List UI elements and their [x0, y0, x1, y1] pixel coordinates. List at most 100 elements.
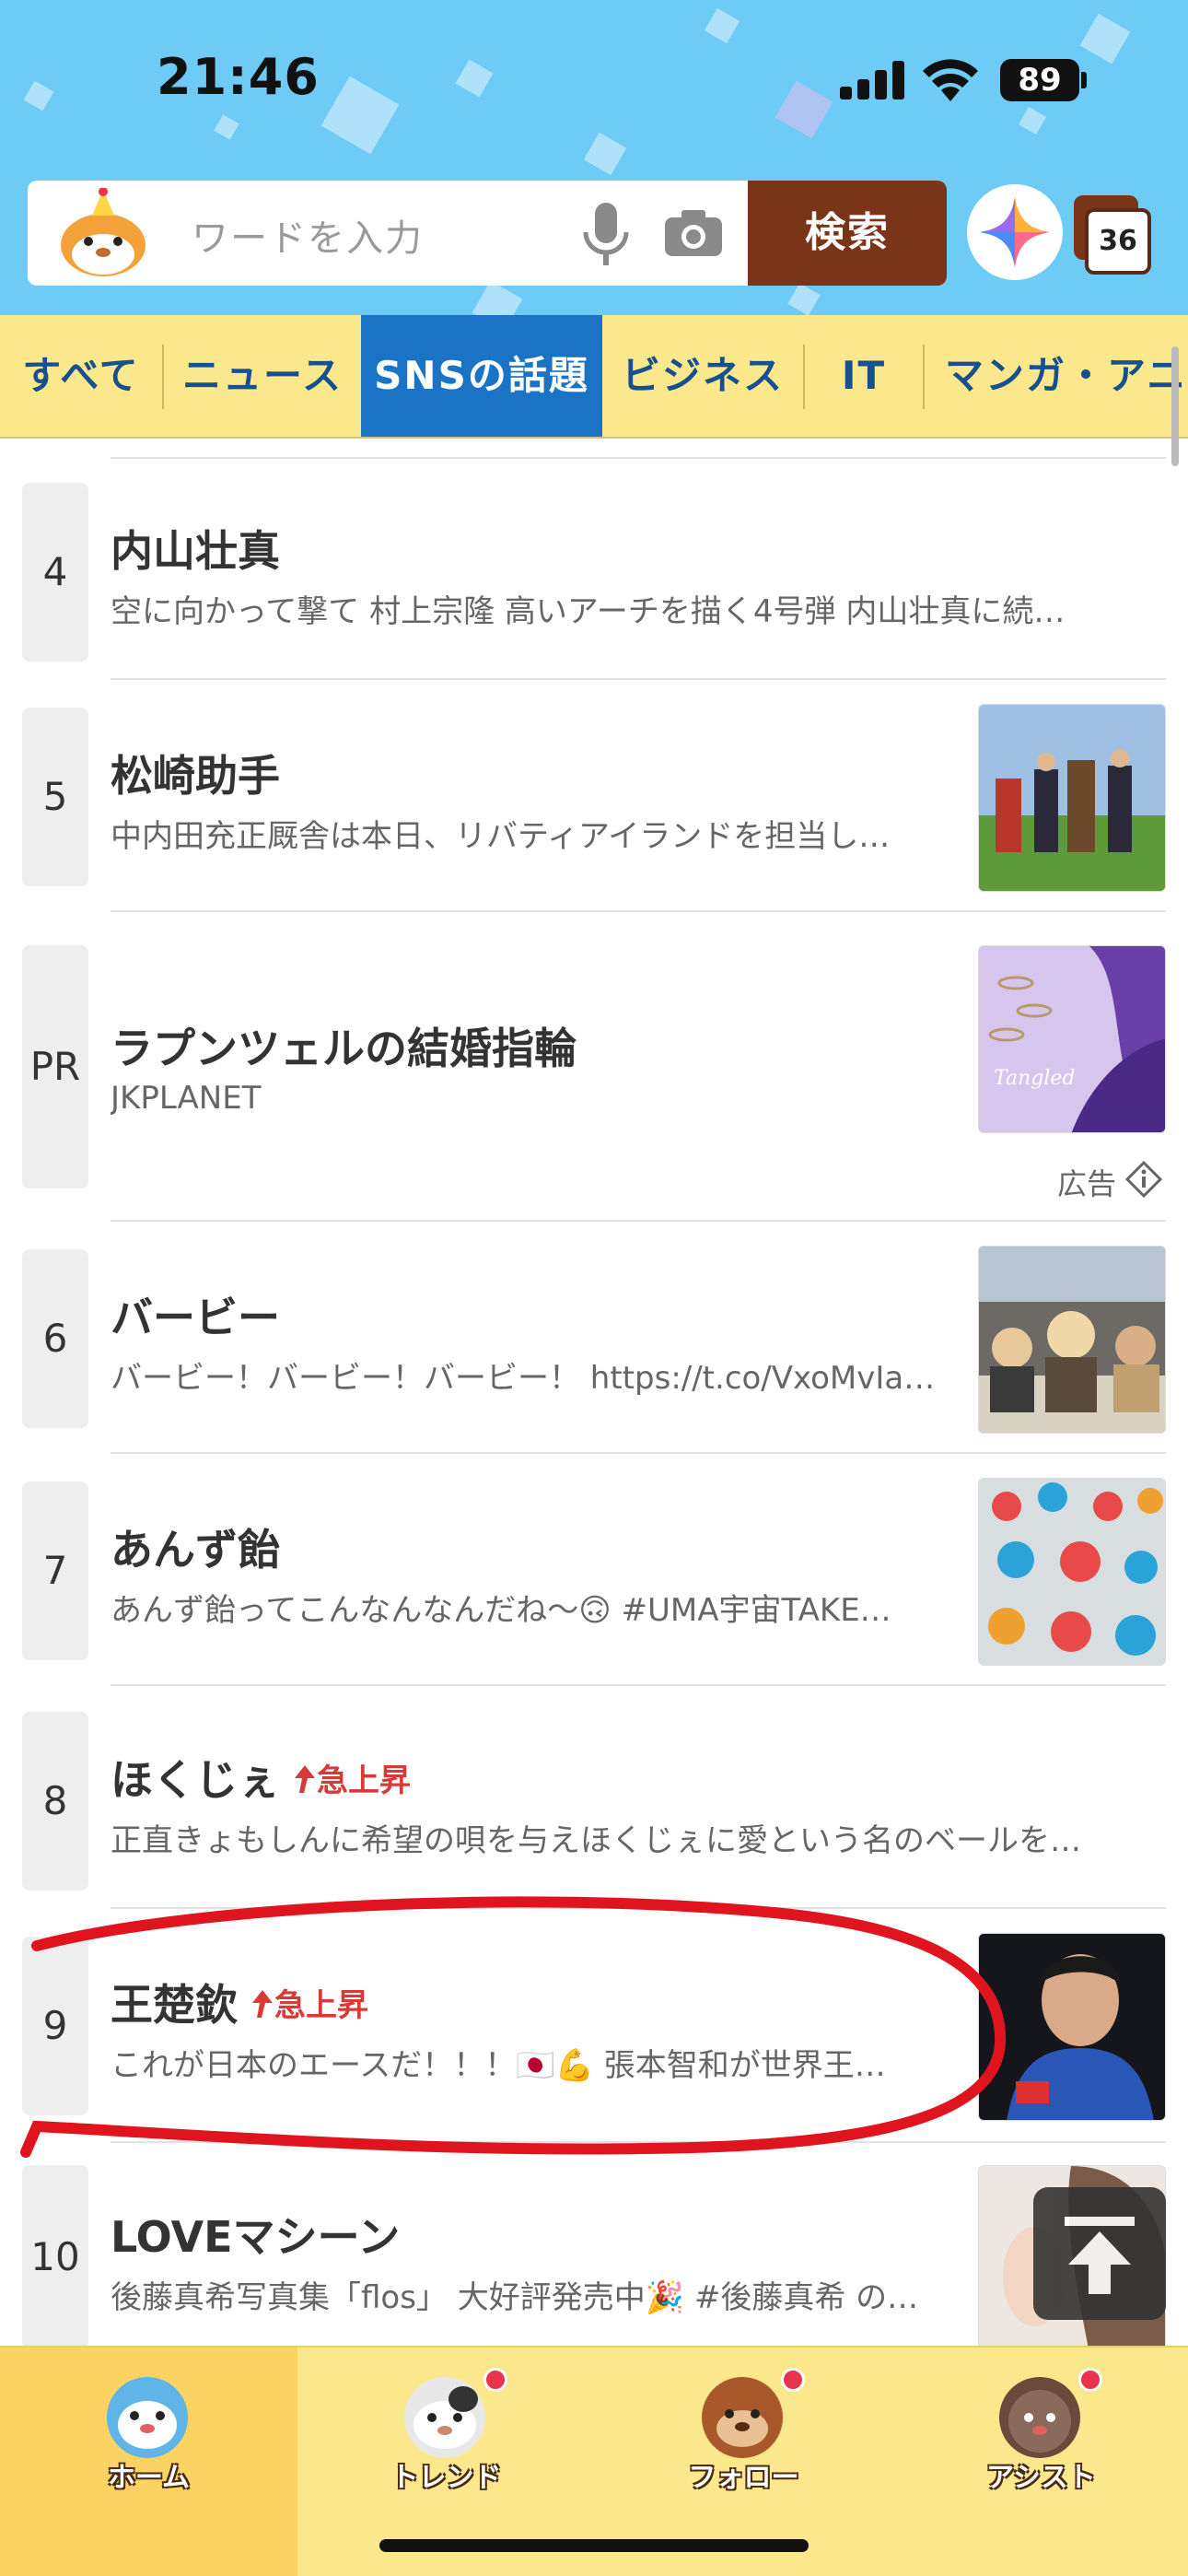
ad-label: 広告 [1057, 1166, 1117, 1201]
microphone-icon[interactable] [578, 201, 634, 269]
divider [111, 1907, 1166, 1909]
athlete-photo-icon [979, 1934, 1165, 2120]
wifi-icon [923, 59, 978, 101]
nav-label: アシスト [986, 2462, 1096, 2494]
battery-level: 89 [1000, 59, 1079, 101]
trending-up-icon [295, 1765, 315, 1793]
ad-list-item[interactable]: PR ラプンツェルの結婚指輪 JKPLANET Tangled [0, 943, 1188, 1224]
nav-assist[interactable]: アシスト [892, 2348, 1188, 2576]
item-title-text: ほくじぇ [111, 1755, 280, 1805]
category-tabs: すべて ニュース SNSの話題 ビジネス IT マンガ・アニメ [0, 315, 1188, 439]
divider [111, 1684, 1166, 1686]
battery-icon [1081, 72, 1087, 88]
list-item[interactable]: 8 ほくじぇ 急上昇 正直きょもしんに希望の唄を与えほくじぇに愛という名のベールを… [0, 1708, 1188, 1920]
photo-placeholder-icon [979, 1247, 1165, 1433]
list-item[interactable]: 4 内山壮真 空に向かって撃て 村上宗隆 高いアーチを描く4号弾 内山壮真に続… [0, 479, 1188, 678]
confetti-decoration [455, 59, 494, 98]
tab-business[interactable]: ビジネス [602, 315, 803, 437]
item-description: JKPLANET [111, 1080, 262, 1117]
surge-label: 急上昇 [274, 1987, 368, 2024]
item-title: 内山壮真 [111, 526, 280, 576]
item-description: 正直きょもしんに希望の唄を与えほくじぇに愛という名のベールを… [111, 1822, 1081, 1859]
search-button[interactable]: 検索 [748, 181, 947, 286]
surge-badge: 急上昇 [250, 1987, 368, 2024]
item-title: あんず飴 [111, 1525, 280, 1575]
status-time: 21:46 [157, 48, 320, 106]
notification-dot [1078, 2368, 1102, 2392]
tab-manga-anime[interactable]: マンガ・アニメ [925, 315, 1188, 437]
ring-illustration-icon: Tangled [979, 946, 1165, 1132]
rank-number: 7 [22, 1481, 88, 1660]
confetti-decoration [775, 80, 833, 139]
tab-it[interactable]: IT [805, 315, 923, 437]
item-title: ほくじぇ 急上昇 [111, 1747, 411, 1808]
item-description: 後藤真希写真集「flos」 大好評発売中🎉 #後藤真希 の… [111, 2279, 919, 2316]
photo-placeholder-icon [979, 705, 1165, 891]
assist-mascot-icon [999, 2377, 1080, 2458]
list-item[interactable]: 6 バービー バービー！バービー！バービー！ https://t.co/VxoM… [0, 1246, 1188, 1448]
tab-all[interactable]: すべて [0, 315, 162, 437]
item-title: 松崎助手 [111, 751, 280, 801]
tabs-button[interactable]: 36 [1072, 188, 1160, 280]
nav-label: ホーム [107, 2462, 191, 2494]
item-description: あんず飴ってこんなんなんだね〜🙃 #UMA宇宙TAKE… [111, 1592, 891, 1629]
divider [111, 910, 1166, 912]
trending-up-icon [252, 1990, 273, 2018]
confetti-decoration [583, 132, 627, 176]
item-description: バービー！バービー！バービー！ https://t.co/VxoMvIa… [111, 1360, 936, 1397]
divider [111, 1220, 1166, 1222]
list-item[interactable]: 10 LOVEマシーン 後藤真希写真集「flos」 大好評発売中🎉 #後藤真希 … [0, 2161, 1188, 2353]
app-header: 21:46 89 ワードを入力 検索 36 [0, 0, 1188, 318]
confetti-decoration [704, 7, 740, 44]
divider [111, 678, 1166, 680]
rank-number: 9 [22, 1937, 88, 2115]
list-item[interactable]: 5 松崎助手 中内田充正厩舎は本日、リバティアイランドを担当し… [0, 704, 1188, 912]
confetti-decoration [320, 76, 400, 155]
confetti-decoration [472, 280, 523, 318]
item-description: これが日本のエースだ！！！🇯🇵💪 張本智和が世界王… [111, 2047, 886, 2084]
item-title: LOVEマシーン [111, 2212, 401, 2262]
tab-news[interactable]: ニュース [164, 315, 361, 437]
nav-label: トレンド [390, 2462, 502, 2494]
confetti-decoration [1079, 13, 1131, 64]
rank-number: 4 [22, 483, 88, 662]
rank-number: 8 [22, 1712, 88, 1891]
camera-icon[interactable] [661, 205, 726, 260]
list-item[interactable]: 7 あんず飴 あんず飴ってこんなんなんだね〜🙃 #UMA宇宙TAKE… [0, 1478, 1188, 1682]
home-indicator [379, 2539, 809, 2552]
confetti-decoration [1018, 106, 1047, 135]
item-title: ラプンツェルの結婚指輪 [111, 1024, 577, 1073]
divider [111, 1452, 1166, 1454]
candy-photo-icon [979, 1479, 1165, 1665]
divider [111, 457, 1166, 459]
ad-image: Tangled [978, 945, 1166, 1133]
confetti-decoration [787, 283, 821, 316]
home-mascot-icon [107, 2377, 188, 2458]
tabs-count: 36 [1085, 208, 1151, 275]
confetti-decoration [214, 114, 239, 140]
item-title: 王楚欽 急上昇 [111, 1972, 368, 2032]
confetti-decoration [23, 80, 54, 111]
surge-label: 急上昇 [317, 1762, 411, 1799]
rank-number: 10 [22, 2165, 88, 2349]
search-input[interactable]: ワードを入力 [192, 208, 424, 262]
info-icon[interactable] [1125, 1161, 1162, 1198]
nav-home[interactable]: ホーム [0, 2348, 297, 2576]
notification-dot [483, 2368, 507, 2392]
scrollbar[interactable] [1171, 346, 1179, 466]
thumbnail-image [978, 1933, 1166, 2121]
thumbnail-image [978, 704, 1166, 892]
surge-badge: 急上昇 [293, 1762, 411, 1799]
trend-mascot-icon [404, 2377, 485, 2458]
ai-assistant-button[interactable] [967, 184, 1063, 280]
search-box[interactable]: ワードを入力 検索 [28, 181, 947, 286]
ad-rank-label: PR [22, 945, 88, 1188]
scroll-to-top-button[interactable] [1033, 2187, 1166, 2320]
item-title: バービー [111, 1293, 280, 1342]
tab-sns-topics[interactable]: SNSの話題 [361, 315, 602, 437]
item-description: 空に向かって撃て 村上宗隆 高いアーチを描く4号弾 内山壮真に続… [111, 593, 1066, 630]
thumbnail-image [978, 1478, 1166, 1666]
list-item[interactable]: 9 王楚欽 急上昇 これが日本のエースだ！！！🇯🇵💪 張本智和が世界王… [0, 1933, 1188, 2141]
divider [111, 2141, 1166, 2143]
follow-mascot-icon [702, 2377, 783, 2458]
